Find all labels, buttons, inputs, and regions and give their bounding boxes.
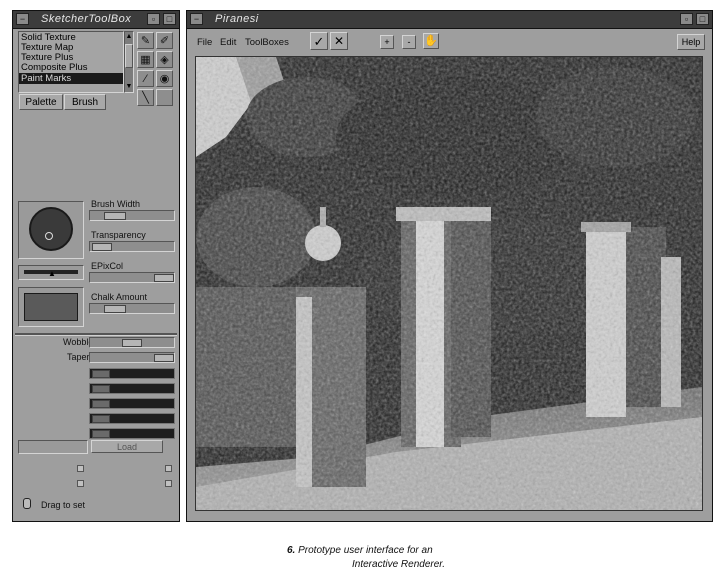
grid-icon[interactable]: ▦ xyxy=(137,51,154,68)
slider-thumb[interactable] xyxy=(92,415,110,423)
chalk-amount-label: Chalk Amount xyxy=(91,292,148,302)
scroll-thumb[interactable] xyxy=(125,44,133,68)
scroll-down-arrow-icon[interactable]: ▼ xyxy=(125,82,133,91)
minimize-icon[interactable]: ▫ xyxy=(680,13,693,25)
checkbox[interactable] xyxy=(77,465,84,472)
wand-icon[interactable]: ⁄ xyxy=(137,70,154,87)
gradient-marker-icon[interactable]: ▲ xyxy=(48,270,56,278)
param-slider-2[interactable] xyxy=(89,383,175,394)
param-slider-4[interactable] xyxy=(89,413,175,424)
colour-gradient-strip[interactable]: ▲ xyxy=(18,265,84,280)
tab-palette[interactable]: Palette xyxy=(19,94,63,110)
render-canvas[interactable] xyxy=(195,56,703,511)
maximize-icon[interactable]: □ xyxy=(163,13,176,25)
sketcher-toolbox-window: − SketcherToolBox ▫ □ Solid Texture Text… xyxy=(12,10,180,522)
checkbox[interactable] xyxy=(165,480,172,487)
piranesi-window: − Piranesi ▫ □ File Edit ToolBoxes ✓ ✕ +… xyxy=(186,10,713,522)
rendered-image xyxy=(196,57,702,510)
menu-file[interactable]: File xyxy=(197,37,212,48)
divider xyxy=(15,333,177,336)
load-button[interactable]: Load xyxy=(91,440,163,453)
scroll-up-arrow-icon[interactable]: ▲ xyxy=(125,32,133,41)
figure-caption-line2: Interactive Renderer. xyxy=(352,559,446,570)
list-scrollbar[interactable]: ▲ ▼ xyxy=(124,31,134,93)
tab-brush[interactable]: Brush xyxy=(64,94,106,110)
brush-icon[interactable]: ✎ xyxy=(137,32,154,49)
brush-dial[interactable] xyxy=(29,207,73,251)
figure-caption-line1: 6. Prototype user interface for an xyxy=(287,545,433,556)
slider-thumb[interactable] xyxy=(104,305,126,313)
bucket-icon[interactable]: ◈ xyxy=(156,51,173,68)
window-menu-icon[interactable]: − xyxy=(16,13,29,25)
taper-slider[interactable] xyxy=(89,352,175,363)
menu-toolboxes[interactable]: ToolBoxes xyxy=(245,37,289,48)
help-button[interactable]: Help xyxy=(677,34,705,50)
slider-thumb[interactable] xyxy=(154,354,174,362)
epixcol-label: EPixCol xyxy=(91,261,124,271)
piranesi-titlebar[interactable]: − Piranesi ▫ □ xyxy=(187,11,712,29)
brush-width-label: Brush Width xyxy=(91,199,141,209)
checkbox[interactable] xyxy=(165,465,172,472)
epixcol-slider[interactable] xyxy=(89,272,175,283)
pencil-icon[interactable]: ✐ xyxy=(156,32,173,49)
minimize-icon[interactable]: ▫ xyxy=(147,13,160,25)
filename-field[interactable] xyxy=(18,440,88,454)
param-slider-1[interactable] xyxy=(89,368,175,379)
menu-edit[interactable]: Edit xyxy=(220,37,236,48)
transparency-slider[interactable] xyxy=(89,241,175,252)
blank-tool[interactable] xyxy=(156,89,173,106)
cancel-button[interactable]: ✕ xyxy=(330,32,348,50)
hand-icon[interactable]: ✋ xyxy=(423,33,439,49)
colour-swatch[interactable] xyxy=(24,293,78,321)
toolbox-title: SketcherToolBox xyxy=(41,13,132,25)
zoom-in-button[interactable]: + xyxy=(380,35,394,49)
list-item-selected[interactable]: Paint Marks xyxy=(19,73,123,84)
slider-thumb[interactable] xyxy=(92,400,110,408)
transparency-label: Transparency xyxy=(91,230,146,240)
checkbox[interactable] xyxy=(77,480,84,487)
slider-thumb[interactable] xyxy=(154,274,174,282)
wobble-slider[interactable] xyxy=(89,337,175,348)
confirm-button[interactable]: ✓ xyxy=(310,32,328,50)
slider-thumb[interactable] xyxy=(92,430,110,438)
piranesi-title: Piranesi xyxy=(215,13,259,25)
globe-icon[interactable]: ◉ xyxy=(156,70,173,87)
slider-thumb[interactable] xyxy=(122,339,142,347)
slider-thumb[interactable] xyxy=(92,385,110,393)
slider-thumb[interactable] xyxy=(92,243,112,251)
brush-dial-panel xyxy=(18,201,84,259)
slider-thumb[interactable] xyxy=(92,370,110,378)
taper-label: Taper xyxy=(67,352,90,362)
mode-list[interactable]: Solid Texture Texture Map Texture Plus C… xyxy=(18,31,124,93)
list-item-label: Paint Marks xyxy=(21,73,72,84)
caption-text: Prototype user interface for an xyxy=(298,545,433,556)
dial-center xyxy=(45,232,53,240)
list-item[interactable]: Composite Plus xyxy=(21,62,88,73)
chalk-amount-slider[interactable] xyxy=(89,303,175,314)
dropper-icon[interactable]: ╲ xyxy=(137,89,154,106)
mouse-icon xyxy=(23,498,31,509)
brush-width-slider[interactable] xyxy=(89,210,175,221)
slider-thumb[interactable] xyxy=(104,212,126,220)
param-slider-3[interactable] xyxy=(89,398,175,409)
window-menu-icon[interactable]: − xyxy=(190,13,203,25)
zoom-out-button[interactable]: - xyxy=(402,35,416,49)
colour-swatch-panel xyxy=(18,287,84,327)
toolbox-titlebar[interactable]: − SketcherToolBox ▫ □ xyxy=(13,11,179,29)
drag-hint: Drag to set xyxy=(41,500,86,510)
maximize-icon[interactable]: □ xyxy=(696,13,709,25)
param-slider-5[interactable] xyxy=(89,428,175,439)
figure-number: 6. xyxy=(287,545,296,556)
